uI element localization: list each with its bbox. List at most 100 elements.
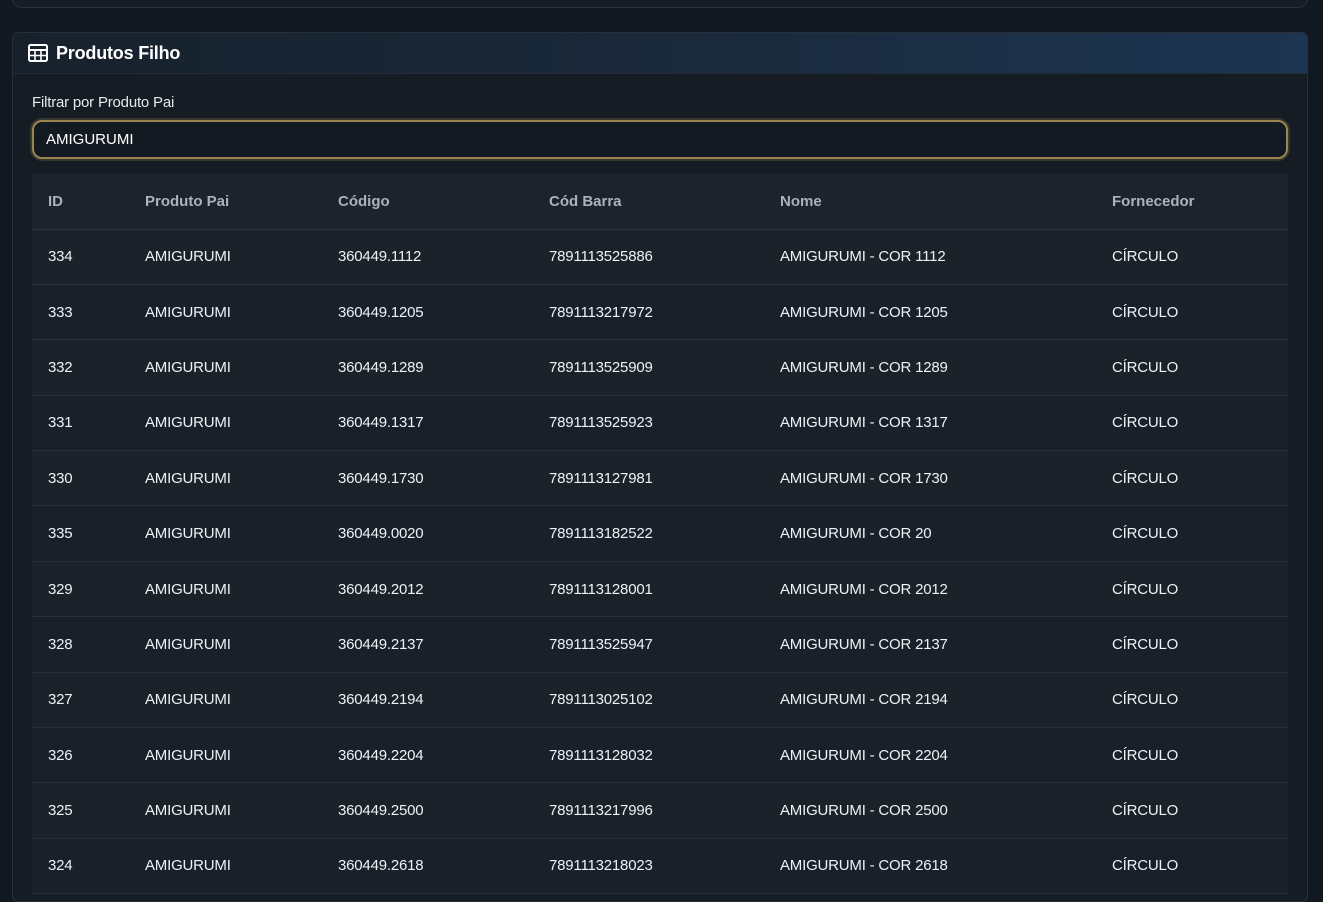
- table-row[interactable]: 335 AMIGURUMI 360449.0020 7891113182522 AMIG…: [32, 505, 1288, 562]
- panel-body: Filtrar por Produto Pai IDProduto PaiCód…: [13, 74, 1307, 895]
- cell-code: 360449.0020: [322, 505, 533, 562]
- cell-supplier: CÍRCULO: [1096, 782, 1288, 839]
- table-header-row: ID Produto Pai Código Cód Barra Nome Forneced…: [32, 174, 1288, 230]
- cell-parent-product: AMIGURUMI: [129, 727, 322, 784]
- child-products-panel: Produtos Filho Filtrar por Produto Pai I…: [12, 32, 1308, 902]
- cell-supplier: CÍRCULO: [1096, 450, 1288, 507]
- cell-id: 332: [32, 339, 129, 396]
- cell-supplier: CÍRCULO: [1096, 505, 1288, 562]
- cell-parent-product: AMIGURUMI: [129, 838, 322, 895]
- cell-name: AMIGURUMI - COR 1112: [764, 229, 1096, 285]
- column-header-barcode[interactable]: Cód Barra: [533, 174, 764, 230]
- table-row[interactable]: 331 AMIGURUMI 360449.1317 7891113525923 AMIG…: [32, 395, 1288, 452]
- cell-code: 360449.1112: [322, 229, 533, 285]
- cell-parent-product: AMIGURUMI: [129, 672, 322, 729]
- cell-barcode: 7891113025102: [533, 672, 764, 729]
- cell-name: AMIGURUMI - COR 20: [764, 505, 1096, 562]
- column-header-id[interactable]: ID: [32, 174, 129, 230]
- table-row[interactable]: 334 AMIGURUMI 360449.1112 7891113525886 AMIG…: [32, 229, 1288, 285]
- cell-barcode: 7891113218023: [533, 838, 764, 895]
- cell-code: 360449.2618: [322, 838, 533, 895]
- cell-id: 334: [32, 229, 129, 285]
- cell-parent-product: AMIGURUMI: [129, 782, 322, 839]
- cell-id: 327: [32, 672, 129, 729]
- cell-id: 325: [32, 782, 129, 839]
- column-header-code[interactable]: Código: [322, 174, 533, 230]
- cell-barcode: 7891113525923: [533, 395, 764, 452]
- cell-code: 360449.1730: [322, 450, 533, 507]
- cell-barcode: 7891113128032: [533, 727, 764, 784]
- table-row[interactable]: 326 AMIGURUMI 360449.2204 7891113128032 AMIG…: [32, 727, 1288, 784]
- cell-name: AMIGURUMI - COR 2137: [764, 616, 1096, 673]
- cell-code: 360449.2194: [322, 672, 533, 729]
- cell-name: AMIGURUMI - COR 1730: [764, 450, 1096, 507]
- cell-code: 360449.2500: [322, 782, 533, 839]
- cell-parent-product: AMIGURUMI: [129, 505, 322, 562]
- child-products-table-wrap: ID Produto Pai Código Cód Barra Nome Forneced…: [32, 174, 1288, 895]
- table-head: ID Produto Pai Código Cód Barra Nome Forneced…: [32, 174, 1288, 230]
- cell-parent-product: AMIGURUMI: [129, 395, 322, 452]
- parent-product-filter-input[interactable]: [32, 120, 1288, 159]
- cell-barcode: 7891113128001: [533, 561, 764, 618]
- table-row[interactable]: 333 AMIGURUMI 360449.1205 7891113217972 AMIG…: [32, 284, 1288, 341]
- table-row[interactable]: 325 AMIGURUMI 360449.2500 7891113217996 AMIG…: [32, 782, 1288, 839]
- cell-barcode: 7891113217972: [533, 284, 764, 341]
- cell-id: 330: [32, 450, 129, 507]
- cell-code: 360449.2012: [322, 561, 533, 618]
- column-header-name[interactable]: Nome: [764, 174, 1096, 230]
- filter-label: Filtrar por Produto Pai: [32, 94, 175, 111]
- column-header-parent-product[interactable]: Produto Pai: [129, 174, 322, 230]
- cell-supplier: CÍRCULO: [1096, 672, 1288, 729]
- cell-parent-product: AMIGURUMI: [129, 616, 322, 673]
- cell-code: 360449.1205: [322, 284, 533, 341]
- cell-supplier: CÍRCULO: [1096, 339, 1288, 396]
- table-row[interactable]: 324 AMIGURUMI 360449.2618 7891113218023 AMIG…: [32, 838, 1288, 895]
- cell-parent-product: AMIGURUMI: [129, 229, 322, 285]
- cell-name: AMIGURUMI - COR 1317: [764, 395, 1096, 452]
- cell-supplier: CÍRCULO: [1096, 727, 1288, 784]
- table-icon: [28, 44, 48, 62]
- cell-name: AMIGURUMI - COR 2194: [764, 672, 1096, 729]
- cell-name: AMIGURUMI - COR 1205: [764, 284, 1096, 341]
- table-row[interactable]: 329 AMIGURUMI 360449.2012 7891113128001 AMIG…: [32, 561, 1288, 618]
- cell-id: 324: [32, 838, 129, 895]
- cell-name: AMIGURUMI - COR 2500: [764, 782, 1096, 839]
- cell-supplier: CÍRCULO: [1096, 838, 1288, 895]
- cell-id: 328: [32, 616, 129, 673]
- cell-code: 360449.2204: [322, 727, 533, 784]
- panel-title: Produtos Filho: [56, 42, 181, 63]
- table-row[interactable]: 327 AMIGURUMI 360449.2194 7891113025102 AMIG…: [32, 672, 1288, 729]
- cell-id: 329: [32, 561, 129, 618]
- cell-code: 360449.1289: [322, 339, 533, 396]
- cell-id: 333: [32, 284, 129, 341]
- cell-id: 326: [32, 727, 129, 784]
- cell-barcode: 7891113525886: [533, 229, 764, 285]
- cell-supplier: CÍRCULO: [1096, 229, 1288, 285]
- table-body: 334 AMIGURUMI 360449.1112 7891113525886 AMIG…: [32, 229, 1288, 895]
- cell-code: 360449.2137: [322, 616, 533, 673]
- cell-parent-product: AMIGURUMI: [129, 450, 322, 507]
- cell-barcode: 7891113525947: [533, 616, 764, 673]
- cell-barcode: 7891113127981: [533, 450, 764, 507]
- cell-name: AMIGURUMI - COR 2012: [764, 561, 1096, 618]
- child-products-table: ID Produto Pai Código Cód Barra Nome Forneced…: [32, 174, 1288, 895]
- cell-barcode: 7891113525909: [533, 339, 764, 396]
- table-row[interactable]: 328 AMIGURUMI 360449.2137 7891113525947 AMIG…: [32, 616, 1288, 673]
- cell-id: 331: [32, 395, 129, 452]
- cell-barcode: 7891113217996: [533, 782, 764, 839]
- cell-supplier: CÍRCULO: [1096, 616, 1288, 673]
- column-header-supplier[interactable]: Fornecedor: [1096, 174, 1288, 230]
- cell-code: 360449.1317: [322, 395, 533, 452]
- cell-parent-product: AMIGURUMI: [129, 284, 322, 341]
- cell-name: AMIGURUMI - COR 2204: [764, 727, 1096, 784]
- cell-supplier: CÍRCULO: [1096, 284, 1288, 341]
- cell-supplier: CÍRCULO: [1096, 395, 1288, 452]
- cell-barcode: 7891113182522: [533, 505, 764, 562]
- table-row[interactable]: 332 AMIGURUMI 360449.1289 7891113525909 AMIG…: [32, 339, 1288, 396]
- cell-id: 335: [32, 505, 129, 562]
- table-row[interactable]: 330 AMIGURUMI 360449.1730 7891113127981 AMIG…: [32, 450, 1288, 507]
- cell-parent-product: AMIGURUMI: [129, 561, 322, 618]
- cell-parent-product: AMIGURUMI: [129, 339, 322, 396]
- top-card: [12, 0, 1308, 8]
- cell-name: AMIGURUMI - COR 1289: [764, 339, 1096, 396]
